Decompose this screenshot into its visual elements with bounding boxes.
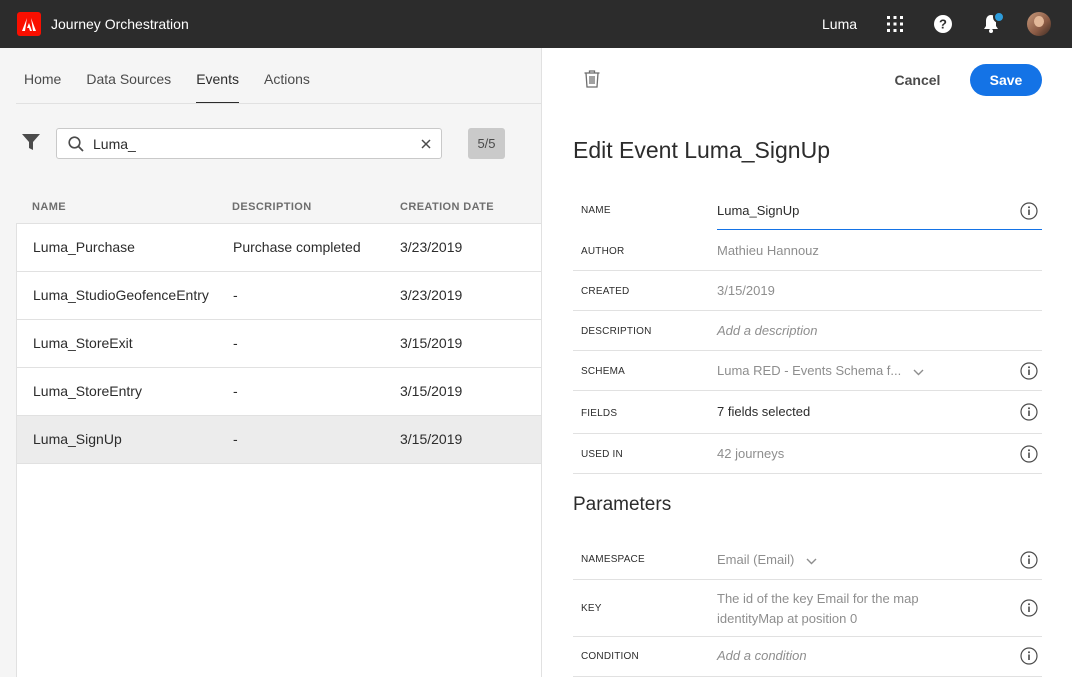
adobe-logo-icon[interactable] <box>17 12 41 36</box>
save-button[interactable]: Save <box>970 64 1042 96</box>
info-icon[interactable] <box>1020 647 1038 665</box>
chevron-down-icon <box>806 553 817 568</box>
field-row-author: AUTHOR Mathieu Hannouz <box>573 231 1042 271</box>
field-label-used-in: USED IN <box>581 449 623 460</box>
column-header-description[interactable]: DESCRIPTION <box>232 201 312 213</box>
row-description: - <box>233 431 238 447</box>
field-label-created: CREATED <box>581 286 630 297</box>
notification-badge <box>993 11 1005 23</box>
created-value: 3/15/2019 <box>717 283 775 298</box>
key-value-line2[interactable]: identityMap at position 0 <box>717 611 857 626</box>
field-row-key: KEY The id of the key Email for the map … <box>573 580 1042 637</box>
panel-title: Edit Event Luma_SignUp <box>573 137 830 163</box>
clear-search-icon[interactable] <box>420 137 432 155</box>
search-input[interactable] <box>93 134 413 154</box>
field-row-condition: CONDITION Add a condition <box>573 637 1042 677</box>
result-count-badge: 5/5 <box>468 128 505 159</box>
info-icon[interactable] <box>1020 202 1038 220</box>
row-description: - <box>233 335 238 351</box>
top-bar: Journey Orchestration Luma ? <box>0 0 1072 48</box>
events-table: Luma_Purchase Purchase completed 3/23/20… <box>16 223 542 677</box>
row-description: Purchase completed <box>233 239 361 255</box>
table-row[interactable]: Luma_StoreEntry - 3/15/2019 <box>17 368 542 416</box>
field-label-schema: SCHEMA <box>581 366 625 377</box>
row-date: 3/15/2019 <box>400 335 463 351</box>
tab-home[interactable]: Home <box>24 48 61 104</box>
field-row-schema: SCHEMA Luma RED - Events Schema f... <box>573 351 1042 391</box>
column-header-creation-date[interactable]: CREATION DATE <box>400 201 494 213</box>
row-name: Luma_StudioGeofenceEntry <box>33 287 209 303</box>
help-icon[interactable]: ? <box>931 12 955 36</box>
schema-select[interactable]: Luma RED - Events Schema f... <box>717 363 924 379</box>
tab-actions[interactable]: Actions <box>264 48 310 104</box>
namespace-value: Email (Email) <box>717 552 795 567</box>
key-value-line1[interactable]: The id of the key Email for the map <box>717 591 919 606</box>
parameters-title: Parameters <box>573 494 672 515</box>
field-row-description: DESCRIPTION Add a description <box>573 311 1042 351</box>
author-value: Mathieu Hannouz <box>717 243 819 258</box>
used-in-value: 42 journeys <box>717 446 785 461</box>
info-icon[interactable] <box>1020 362 1038 380</box>
row-date: 3/23/2019 <box>400 287 463 303</box>
chevron-down-icon <box>913 364 924 379</box>
row-name: Luma_StoreEntry <box>33 383 142 399</box>
field-row-namespace: NAMESPACE Email (Email) <box>573 539 1042 580</box>
table-row[interactable]: Luma_Purchase Purchase completed 3/23/20… <box>17 224 542 272</box>
nav-divider <box>16 103 541 104</box>
schema-value: Luma RED - Events Schema f... <box>717 363 902 378</box>
app-title: Journey Orchestration <box>51 16 189 32</box>
field-label-fields: FIELDS <box>581 408 618 419</box>
row-description: - <box>233 383 238 399</box>
search-icon <box>68 136 84 157</box>
field-row-name: NAME <box>573 190 1042 231</box>
field-label-condition: CONDITION <box>581 651 639 662</box>
row-date: 3/15/2019 <box>400 383 463 399</box>
org-switcher[interactable]: Luma <box>822 16 857 32</box>
row-name: Luma_StoreExit <box>33 335 133 351</box>
row-name: Luma_SignUp <box>33 431 122 447</box>
info-icon[interactable] <box>1020 403 1038 421</box>
table-row[interactable]: Luma_StudioGeofenceEntry - 3/23/2019 <box>17 272 542 320</box>
row-date: 3/23/2019 <box>400 239 463 255</box>
row-description: - <box>233 287 238 303</box>
field-row-fields: FIELDS 7 fields selected <box>573 391 1042 434</box>
user-avatar[interactable] <box>1027 12 1051 36</box>
row-name: Luma_Purchase <box>33 239 135 255</box>
field-label-name: NAME <box>581 205 611 216</box>
filter-icon[interactable] <box>22 133 42 153</box>
table-header: NAME DESCRIPTION CREATION DATE <box>16 196 541 224</box>
description-input[interactable]: Add a description <box>717 323 817 338</box>
search-field[interactable] <box>56 128 442 159</box>
svg-text:?: ? <box>939 17 947 32</box>
info-icon[interactable] <box>1020 599 1038 617</box>
table-row[interactable]: Luma_StoreExit - 3/15/2019 <box>17 320 542 368</box>
tab-events[interactable]: Events <box>196 48 239 104</box>
field-row-created: CREATED 3/15/2019 <box>573 271 1042 311</box>
field-label-author: AUTHOR <box>581 246 625 257</box>
field-row-used-in: USED IN 42 journeys <box>573 434 1042 474</box>
field-label-description: DESCRIPTION <box>581 326 652 337</box>
info-icon[interactable] <box>1020 445 1038 463</box>
fields-selected-link[interactable]: 7 fields selected <box>717 404 810 419</box>
tab-data-sources[interactable]: Data Sources <box>86 48 171 104</box>
table-row-selected[interactable]: Luma_SignUp - 3/15/2019 <box>17 416 542 464</box>
apps-grid-icon[interactable] <box>883 12 907 36</box>
cancel-button[interactable]: Cancel <box>881 64 954 96</box>
edit-event-panel: Cancel Save Edit Event Luma_SignUp NAME … <box>541 48 1072 677</box>
field-label-key: KEY <box>581 603 602 614</box>
trash-icon[interactable] <box>584 70 600 93</box>
info-icon[interactable] <box>1020 551 1038 569</box>
condition-input[interactable]: Add a condition <box>717 648 807 663</box>
event-name-input[interactable] <box>717 190 1042 230</box>
row-date: 3/15/2019 <box>400 431 463 447</box>
field-label-namespace: NAMESPACE <box>581 554 645 565</box>
column-header-name[interactable]: NAME <box>32 201 66 213</box>
namespace-select[interactable]: Email (Email) <box>717 552 817 568</box>
main-nav: Home Data Sources Events Actions <box>24 48 335 104</box>
